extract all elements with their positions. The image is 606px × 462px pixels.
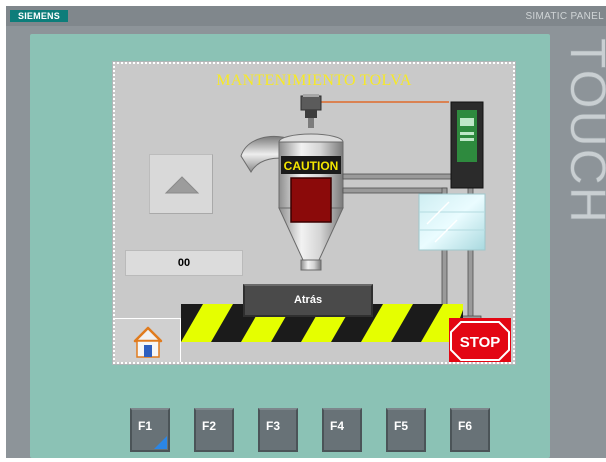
function-key-f6[interactable]: F6 xyxy=(450,408,490,452)
function-key-label: F1 xyxy=(138,419,153,433)
hmi-screen: MANTENIMIENTO TOLVA 00 CAUTION Atrás STO… xyxy=(112,61,516,365)
home-button[interactable] xyxy=(115,318,181,362)
svg-text:TOUCH: TOUCH xyxy=(560,38,606,225)
home-icon xyxy=(133,326,163,358)
drive-controller-icon xyxy=(450,101,484,189)
function-key-f3[interactable]: F3 xyxy=(258,408,298,452)
svg-text:STOP: STOP xyxy=(460,334,501,351)
hopper-door[interactable] xyxy=(290,177,332,223)
function-key-label: F3 xyxy=(266,419,281,433)
function-key-f2[interactable]: F2 xyxy=(194,408,234,452)
back-button[interactable]: Atrás xyxy=(243,284,373,317)
function-key-label: F5 xyxy=(394,419,409,433)
stop-sign-icon: STOP xyxy=(449,318,511,362)
triangle-up-icon xyxy=(164,176,200,194)
page-title: MANTENIMIENTO TOLVA xyxy=(216,72,412,89)
counter-display: 00 xyxy=(125,250,243,276)
touch-vertical-label: TOUCH xyxy=(560,38,606,225)
brand-bar: SIEMENS SIMATIC PANEL xyxy=(6,6,606,26)
stop-button[interactable]: STOP xyxy=(449,318,511,362)
function-key-f5[interactable]: F5 xyxy=(386,408,426,452)
arrow-up-button[interactable] xyxy=(149,154,213,214)
function-key-f4[interactable]: F4 xyxy=(322,408,362,452)
caution-label: CAUTION xyxy=(284,159,339,173)
function-key-f1[interactable]: F1 xyxy=(130,408,170,452)
motor-icon xyxy=(300,94,322,128)
panel-model-label: SIMATIC PANEL xyxy=(525,11,604,22)
siemens-logo: SIEMENS xyxy=(10,10,68,22)
key-indicator-icon xyxy=(154,436,167,449)
function-key-label: F2 xyxy=(202,419,217,433)
glass-tank xyxy=(418,193,486,251)
function-key-label: F6 xyxy=(458,419,473,433)
function-key-label: F4 xyxy=(330,419,345,433)
